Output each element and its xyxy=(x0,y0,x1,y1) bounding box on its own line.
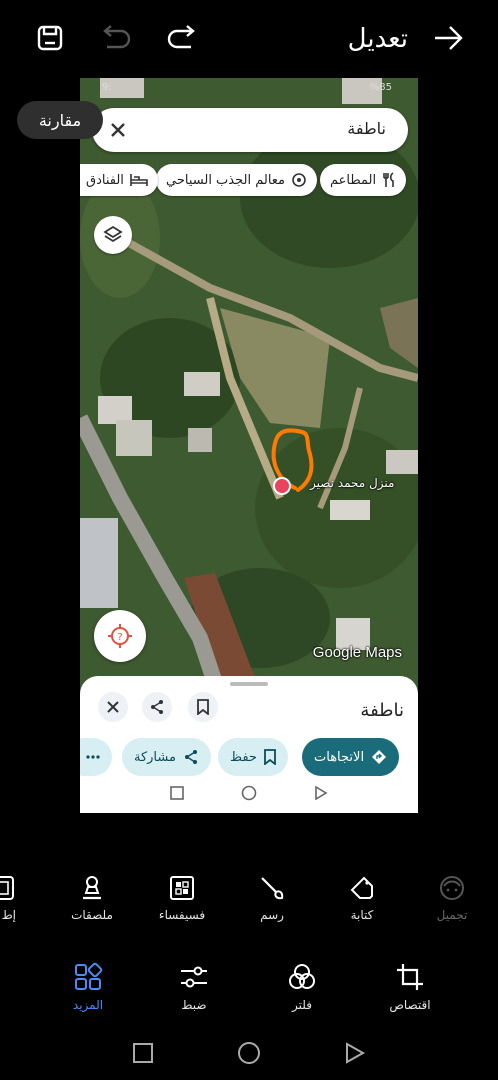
tool-mosaic[interactable]: فسيفساء xyxy=(142,872,222,932)
more-icon xyxy=(86,755,100,759)
place-sheet[interactable]: ناطفة الاتجاهات حفظ مشاركة xyxy=(80,676,418,813)
crop-icon xyxy=(397,964,423,990)
my-location-button[interactable]: ? xyxy=(94,610,146,662)
tool-label: تجميل xyxy=(436,908,468,922)
tool-text[interactable]: كتابة xyxy=(322,872,402,932)
chip-restaurants[interactable]: المطاعم xyxy=(320,164,407,196)
tool-label: ملصقات xyxy=(71,908,113,922)
compare-button[interactable]: مقارنة xyxy=(17,101,103,139)
tab-crop[interactable]: اقتصاص xyxy=(370,960,450,1020)
tool-beauty[interactable]: تجميل xyxy=(412,872,492,932)
save-icon[interactable] xyxy=(32,20,68,56)
tab-label: فلتر xyxy=(292,998,312,1012)
brush-icon xyxy=(261,877,284,900)
share-icon xyxy=(184,750,197,764)
arrow-right-icon[interactable] xyxy=(430,20,466,56)
location-unknown-icon: ? xyxy=(108,624,132,648)
system-recents-icon[interactable] xyxy=(130,1040,156,1066)
chip-label: معالم الجذب السياحي xyxy=(166,172,286,188)
status-bar: 9: %85 xyxy=(80,78,418,100)
layers-button[interactable] xyxy=(94,216,132,254)
tab-more[interactable]: المزيد xyxy=(48,960,128,1020)
editor-toolbar: تعديل xyxy=(0,0,498,78)
chip-label: المطاعم xyxy=(330,172,377,188)
tool-label: كتابة xyxy=(350,908,374,922)
tool-label: رسم xyxy=(260,908,284,922)
frame-icon xyxy=(0,876,14,900)
location-pin-icon[interactable] xyxy=(273,477,291,495)
chip-attractions[interactable]: معالم الجذب السياحي xyxy=(156,164,318,196)
close-icon[interactable] xyxy=(106,118,130,142)
filter-icon xyxy=(289,964,315,989)
sheet-title: ناطفة xyxy=(360,700,404,721)
system-home-icon[interactable] xyxy=(236,1040,262,1066)
bookmark-icon[interactable] xyxy=(188,692,218,722)
more-actions-button[interactable] xyxy=(80,738,112,776)
tool-stickers[interactable]: ملصقات xyxy=(52,872,132,932)
chip-label: الفنادق xyxy=(86,172,124,188)
tool-label: إط xyxy=(1,908,16,922)
save-label: حفظ xyxy=(230,749,257,765)
attraction-icon xyxy=(292,173,306,187)
system-back-icon[interactable] xyxy=(342,1040,368,1066)
undo-icon[interactable] xyxy=(98,20,134,56)
nav-home-icon[interactable] xyxy=(240,784,258,802)
directions-icon xyxy=(372,750,387,764)
text-tag-icon xyxy=(350,876,373,899)
save-place-button[interactable]: حفظ xyxy=(218,738,288,776)
adjust-icon xyxy=(181,966,207,988)
status-time: 9: xyxy=(102,82,112,93)
bed-icon xyxy=(130,174,148,186)
fork-knife-icon xyxy=(383,172,394,187)
status-battery: %85 xyxy=(369,82,392,93)
tab-label: ضبط xyxy=(181,998,207,1012)
tab-filter[interactable]: فلتر xyxy=(262,960,342,1020)
tab-label: اقتصاص xyxy=(389,998,431,1012)
map-search-bar[interactable]: ناطفة xyxy=(92,108,408,152)
nav-recents-icon[interactable] xyxy=(168,784,186,802)
share-place-button[interactable]: مشاركة xyxy=(122,738,211,776)
search-query: ناطفة xyxy=(347,119,386,138)
more-grid-icon xyxy=(75,962,103,990)
image-preview[interactable]: 9: %85 ناطفة المطاعم معالم الجذب السياحي… xyxy=(80,78,418,813)
sheet-handle[interactable] xyxy=(230,682,268,686)
chip-hotels[interactable]: الفنادق xyxy=(80,164,158,196)
close-icon[interactable] xyxy=(98,692,128,722)
redo-icon[interactable] xyxy=(164,20,200,56)
share-label: مشاركة xyxy=(134,749,176,765)
share-icon[interactable] xyxy=(142,692,172,722)
tool-label: فسيفساء xyxy=(158,908,206,922)
tab-label: المزيد xyxy=(72,998,104,1012)
bookmark-icon xyxy=(264,749,276,765)
layers-icon xyxy=(103,225,123,243)
svg-text:?: ? xyxy=(117,632,122,643)
nav-back-icon[interactable] xyxy=(312,784,330,802)
face-retouch-icon xyxy=(440,876,464,900)
category-chips: المطاعم معالم الجذب السياحي الفنادق xyxy=(80,164,418,198)
editor-title: تعديل xyxy=(347,24,408,54)
tool-frame[interactable]: إط xyxy=(0,872,16,932)
mosaic-icon xyxy=(170,876,194,900)
attribution: Google Maps xyxy=(312,644,402,661)
directions-label: الاتجاهات xyxy=(314,749,365,765)
sticker-icon xyxy=(83,876,101,900)
place-label[interactable]: منزل محمد نصير xyxy=(310,476,394,490)
tool-draw[interactable]: رسم xyxy=(232,872,312,932)
directions-button[interactable]: الاتجاهات xyxy=(302,738,400,776)
tab-adjust[interactable]: ضبط xyxy=(154,960,234,1020)
